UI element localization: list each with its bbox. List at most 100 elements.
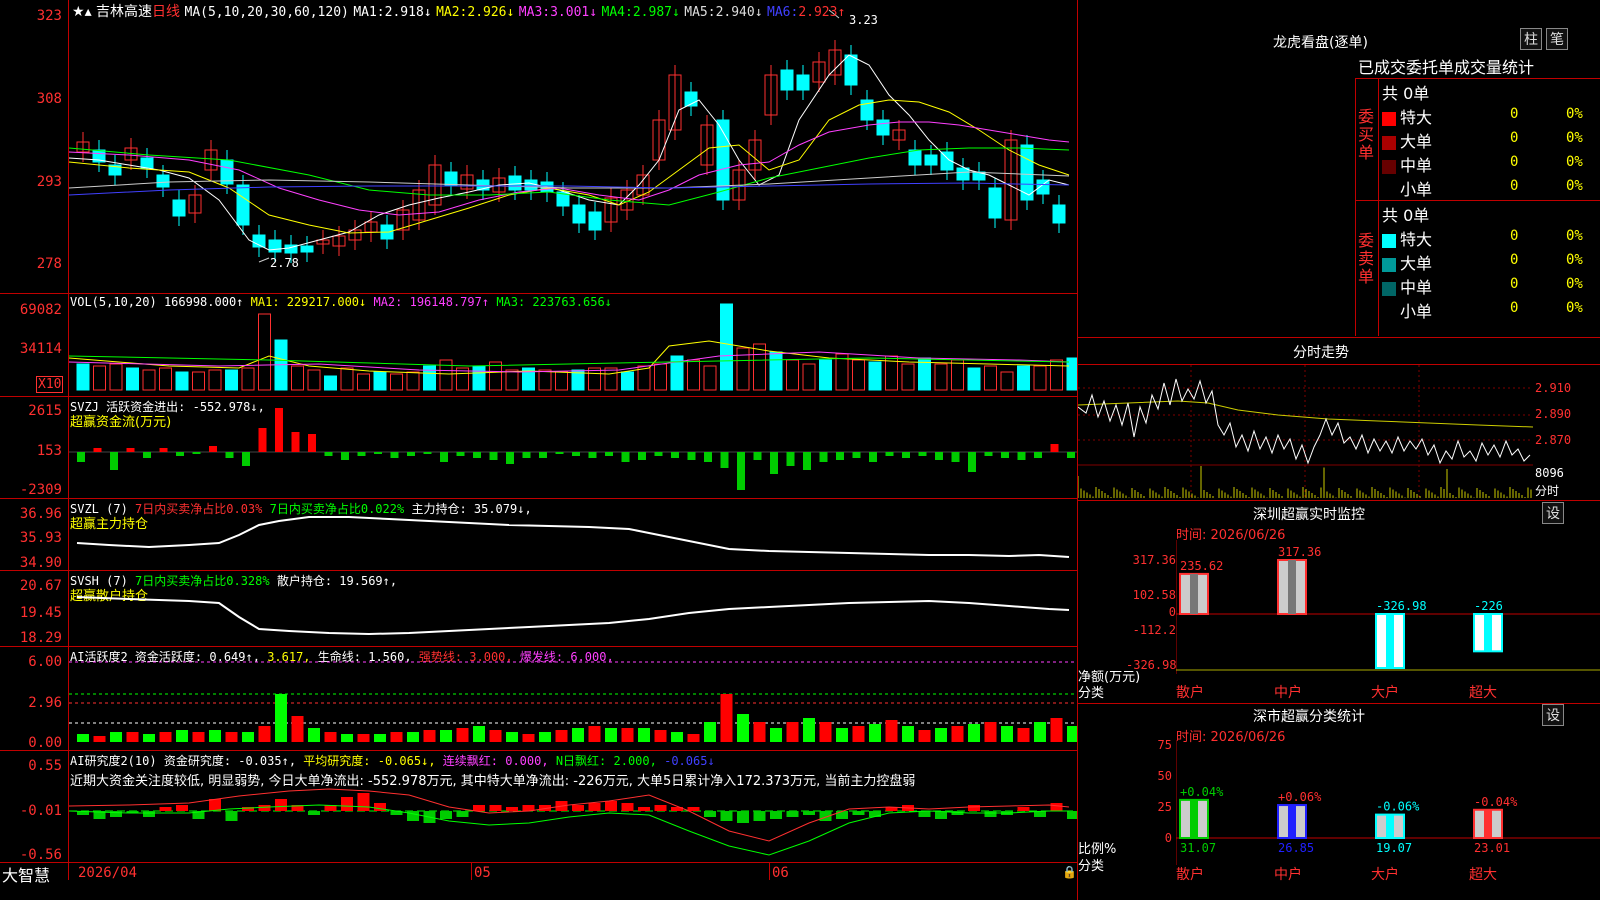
volume-bar	[357, 373, 370, 391]
cls-value-label: 31.07	[1180, 841, 1216, 855]
main-position-chart	[76, 516, 1070, 558]
volume-chart	[69, 303, 1077, 391]
settings-button[interactable]: 设	[1542, 502, 1564, 524]
activity-bar	[1001, 726, 1013, 742]
settings-button[interactable]: 设	[1542, 704, 1564, 726]
activity-bar	[737, 714, 749, 742]
sell-xl-pct: 0%	[1566, 228, 1583, 244]
ma3-label: MA3:	[518, 5, 551, 20]
star-icon[interactable]: ★	[72, 4, 85, 20]
column-view-button[interactable]: 柱	[1520, 28, 1542, 50]
cls-y-label: 75	[1157, 738, 1172, 752]
date-label: 2026/04	[78, 865, 138, 881]
y-tick-label: 6.00	[28, 654, 62, 670]
activity-bar	[687, 734, 700, 742]
research-bar	[984, 811, 997, 817]
cls-y-label: 25	[1157, 800, 1172, 814]
intraday-chart[interactable]	[1078, 365, 1533, 500]
buy-s-count: 0	[1510, 178, 1519, 194]
candlestick-chart[interactable]	[69, 0, 1077, 293]
color-swatch	[1382, 233, 1396, 248]
main-chart-panel[interactable]: 3.23 2.78 ★▴ 吉林高速日线 MA(5,10,20,30,60,120…	[0, 0, 1078, 900]
volume-bar	[225, 369, 238, 391]
fund-flow-bar	[1001, 452, 1009, 458]
candle-body	[1052, 204, 1066, 224]
color-swatch	[1382, 305, 1396, 320]
fund-flow-bar	[704, 452, 712, 462]
fund-flow-bar	[143, 452, 151, 458]
stat-title: 已成交委托单成交量统计	[1358, 58, 1535, 77]
fund-flow-bar	[390, 452, 399, 458]
volume-bar	[1033, 365, 1047, 391]
volume-bar	[472, 365, 486, 391]
date-tick	[769, 862, 770, 880]
cls-bar-highlight	[1386, 814, 1394, 838]
research-bar	[159, 807, 172, 811]
fund-flow-bar	[951, 452, 960, 462]
fund-flow-bar	[308, 434, 316, 452]
volume-bar	[505, 369, 519, 391]
research-bar	[258, 805, 271, 811]
lock-icon[interactable]: 🔒	[1062, 865, 1077, 879]
cls-axis-label: 分类	[1078, 859, 1105, 874]
row-name: 小单	[1400, 302, 1433, 321]
buy-orders-label: 委买单	[1358, 107, 1375, 162]
volume-bar	[769, 351, 783, 391]
activity-bar	[159, 732, 172, 742]
row-name: 特大	[1400, 230, 1433, 249]
cls-pct-label: -0.04%	[1474, 795, 1518, 809]
fund-flow-bar	[258, 428, 267, 452]
candle-body	[508, 175, 522, 191]
sz-y-label: -112.2	[1132, 623, 1176, 637]
low-price-label: 2.78	[270, 256, 299, 270]
fund-flow-bar	[176, 452, 184, 456]
fund-flow-bar	[770, 452, 778, 474]
cls-value-label: 19.07	[1376, 841, 1412, 855]
fund-flow-bar	[638, 452, 646, 460]
volume-bar	[720, 303, 733, 391]
fund-flow-bar	[1034, 452, 1042, 458]
volume-bar	[93, 365, 106, 391]
research-bar	[308, 811, 320, 815]
fund-flow-bar	[687, 452, 696, 460]
research-bar	[440, 811, 452, 819]
activity-bar	[308, 728, 320, 742]
research-bar	[621, 803, 634, 811]
volume-bar	[340, 367, 354, 391]
y-tick-label: 0.00	[28, 735, 62, 751]
candle-body	[300, 245, 314, 253]
date-tick	[471, 862, 472, 880]
fund-flow-bar	[555, 452, 564, 454]
intraday-y-label: 2.910	[1535, 381, 1572, 395]
divider	[1078, 703, 1600, 704]
divider	[1355, 78, 1356, 336]
fund-flow-bar	[407, 452, 415, 456]
row-name: 小单	[1400, 180, 1433, 199]
activity-bar	[473, 726, 485, 742]
activity-bar	[836, 728, 848, 742]
ma4-value: 2.987↓	[632, 5, 680, 20]
tick-view-button[interactable]: 笔	[1546, 28, 1568, 50]
cls-bar-highlight	[1288, 805, 1296, 838]
volume-bar	[819, 359, 832, 391]
activity-bar	[242, 732, 254, 742]
app-logo: 大智慧	[2, 866, 51, 885]
activity-bar	[984, 722, 997, 742]
volume-bar	[588, 367, 601, 391]
fund-flow-bar	[902, 452, 910, 458]
research-bar	[968, 805, 980, 811]
high-price-label: 3.23	[849, 13, 878, 27]
period-label[interactable]: 日线	[152, 4, 180, 20]
cls-category: 超大	[1469, 867, 1497, 883]
fund-flow-bar	[1067, 452, 1075, 458]
stock-name[interactable]: 吉林高速	[96, 4, 152, 20]
sell-m-pct: 0%	[1566, 276, 1583, 292]
buy-xl-pct: 0%	[1566, 106, 1583, 122]
ma5-value: 2.940↓	[715, 5, 763, 20]
y-tick-label: 19.45	[19, 605, 62, 621]
vol-unit-badge[interactable]: X10	[36, 376, 64, 393]
fund-flow-bar	[918, 452, 927, 456]
fund-flow-bar	[836, 452, 844, 460]
cls-bar-highlight	[1190, 799, 1198, 838]
arrow-icon: ▴	[84, 4, 92, 20]
